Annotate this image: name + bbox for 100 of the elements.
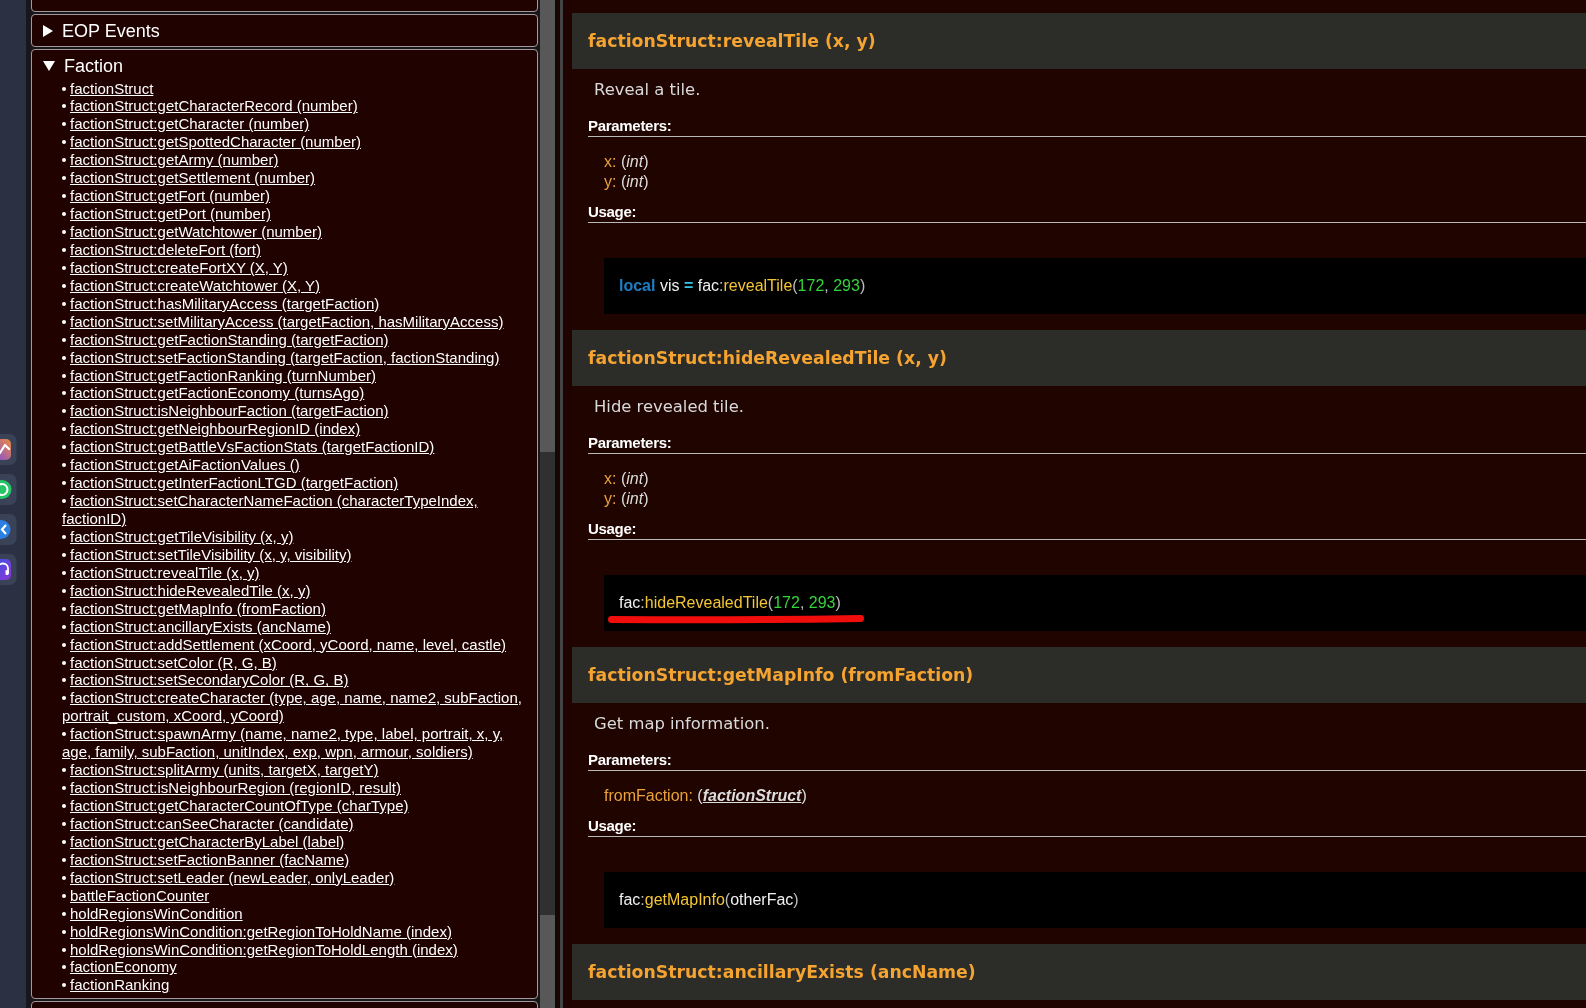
bullet-icon (62, 355, 66, 360)
doc-link[interactable]: holdRegionsWinCondition:getRegionToHoldName (index) (62, 922, 452, 941)
doc-link[interactable]: factionStruct:spawnArmy (name, name2, type, label, portrait, x, y, age, family, subFaction, unitIndex, exp, wpn, armour, soldiers) (62, 725, 528, 762)
doc-link[interactable]: factionEconomy (62, 958, 177, 977)
description: Hide revealed tile. (594, 396, 744, 418)
description: Get map information. (594, 713, 770, 735)
doc-link[interactable]: factionStruct:getArmy (number) (62, 151, 279, 170)
doc-link[interactable]: factionStruct:setFactionStanding (targetFaction, factionStanding) (62, 348, 500, 367)
chat-icon[interactable] (0, 474, 17, 505)
doc-link[interactable]: factionStruct:hideRevealedTile (x, y) (62, 581, 311, 600)
doc-link[interactable]: factionStruct:getInterFactionLTGD (targetFaction) (62, 474, 399, 493)
app-icon[interactable] (0, 434, 17, 465)
bullet-icon (62, 857, 66, 862)
bullet-icon (62, 481, 66, 486)
bullet-icon (62, 965, 66, 970)
description: Reveal a tile. (594, 79, 701, 101)
bullet-icon (62, 445, 66, 450)
section-label: Usage: (588, 520, 637, 537)
doc-link[interactable]: factionStruct:getNeighbourRegionID (index) (62, 420, 361, 439)
bullet-icon (62, 768, 66, 773)
doc-link[interactable]: factionStruct:getFort (number) (62, 187, 271, 206)
bullet-icon (62, 265, 66, 270)
doc-link[interactable]: factionStruct:canSeeCharacter (candidate) (62, 814, 354, 833)
bullet-icon (62, 194, 66, 199)
section-toggle[interactable]: Faction (32, 50, 126, 81)
doc-link[interactable]: factionStruct:setLeader (newLeader, onlyLeader) (62, 868, 395, 887)
doc-link[interactable]: factionStruct:splitArmy (units, targetX, targetY) (62, 761, 379, 780)
doc-link[interactable]: factionStruct:deleteFort (fort) (62, 240, 261, 259)
headphones-icon[interactable] (0, 554, 17, 585)
doc-link[interactable]: factionStruct:hasMilitaryAccess (targetFaction) (62, 294, 380, 313)
doc-link[interactable]: factionStruct:createWatchtower (X, Y) (62, 276, 321, 295)
doc-link[interactable]: factionStruct (62, 79, 154, 98)
doc-link[interactable]: factionStruct:getFactionStanding (targetFaction) (62, 330, 389, 349)
scrollbar[interactable] (540, 0, 555, 1008)
section-label: Parameters: (588, 751, 672, 768)
section-title: factionStruct:revealTile (x, y) (588, 30, 876, 52)
doc-link[interactable]: factionStruct:getBattleVsFactionStats (targetFactionID) (62, 438, 435, 457)
bullet-icon (62, 319, 66, 324)
bullet-icon (62, 947, 66, 952)
doc-link[interactable]: factionStruct:setTileVisibility (x, y, visibility) (62, 545, 352, 564)
bullet-icon (62, 283, 66, 288)
doc-link[interactable]: factionStruct:getTileVisibility (x, y) (62, 527, 294, 546)
bullet-icon (62, 893, 66, 898)
doc-link[interactable]: factionStruct:ancillaryExists (ancName) (62, 617, 331, 636)
doc-link[interactable]: factionStruct:isNeighbourRegion (regionID, result) (62, 779, 401, 797)
section-title: factionStruct:getMapInfo (fromFaction) (588, 664, 974, 686)
section-toggle[interactable]: EOP Events (32, 15, 162, 46)
bullet-icon (62, 983, 66, 988)
bullet-icon (62, 391, 66, 396)
bullet-icon (62, 230, 66, 235)
bullet-icon (62, 875, 66, 880)
doc-link[interactable]: factionStruct:getFactionEconomy (turnsAgo) (62, 384, 365, 403)
doc-link[interactable]: factionStruct:getCharacterRecord (number) (62, 97, 358, 116)
doc-link[interactable]: factionStruct:setFactionBanner (facName) (62, 850, 350, 869)
type-link[interactable]: factionStruct (702, 787, 802, 804)
bullet-icon (62, 86, 66, 91)
doc-link[interactable]: battleFactionCounter (62, 886, 210, 905)
section-label: Usage: (588, 817, 637, 834)
doc-link[interactable]: holdRegionsWinCondition:getRegionToHoldLength (index) (62, 940, 458, 959)
doc-link[interactable]: factionStruct:revealTile (x, y) (62, 563, 260, 582)
doc-link[interactable]: factionStruct:addSettlement (xCoord, yCoord, name, level, castle) (62, 635, 507, 654)
bullet-icon (62, 804, 66, 809)
doc-link[interactable]: factionStruct:getSettlement (number) (62, 169, 316, 188)
bullet-icon (62, 247, 66, 252)
round-logo-icon[interactable] (0, 514, 17, 545)
doc-link[interactable]: factionStruct:getSpottedCharacter (number) (62, 133, 361, 152)
bullet-icon (62, 499, 66, 504)
doc-link[interactable]: factionStruct:getCharacter (number) (62, 115, 310, 134)
doc-link[interactable]: factionStruct:setMilitaryAccess (targetFaction, hasMilitaryAccess) (62, 312, 504, 331)
doc-link[interactable]: factionStruct:isNeighbourFaction (targetFaction) (62, 402, 389, 421)
scrollbar-thumb[interactable] (540, 452, 555, 915)
doc-link[interactable]: factionStruct:getWatchtower (number) (62, 223, 323, 241)
bullet-icon (62, 301, 66, 306)
bullet-icon (62, 337, 66, 342)
bullet-icon (62, 427, 66, 432)
section-title: factionStruct:hideRevealedTile (x, y) (588, 347, 947, 369)
doc-link[interactable]: factionStruct:setCharacterNameFaction (characterTypeIndex, factionID) (62, 492, 528, 528)
doc-link[interactable]: factionStruct:setSecondaryColor (R, G, B) (62, 671, 349, 690)
bullet-icon (62, 624, 66, 629)
doc-link[interactable]: holdRegionsWinCondition (62, 904, 243, 923)
bullet-icon (62, 929, 66, 934)
doc-link[interactable]: factionStruct:setColor (R, G, B) (62, 653, 277, 672)
doc-link[interactable]: factionStruct:getCharacterCountOfType (charType) (62, 797, 409, 815)
bullet-icon (62, 409, 66, 414)
doc-link[interactable]: factionStruct:createCharacter (type, age, name, name2, subFaction, portrait_custom, xCoord, yCoord) (62, 689, 528, 726)
bullet-icon (62, 588, 66, 593)
doc-link[interactable]: factionStruct:getFactionRanking (turnNumber) (62, 366, 376, 385)
caret-right-icon (42, 25, 53, 37)
bullet-icon (62, 176, 66, 181)
parameter: y: (int) (604, 489, 649, 509)
section-label: Parameters: (588, 434, 672, 451)
doc-link[interactable]: factionStruct:getPort (number) (62, 205, 271, 223)
section-title: factionStruct:ancillaryExists (ancName) (588, 961, 976, 983)
doc-link[interactable]: factionRanking (62, 976, 170, 995)
bullet-icon (62, 158, 66, 163)
doc-link[interactable]: factionStruct:getMapInfo (fromFaction) (62, 599, 326, 618)
bullet-icon (62, 821, 66, 826)
doc-link[interactable]: factionStruct:createFortXY (X, Y) (62, 258, 288, 277)
doc-link[interactable]: factionStruct:getCharacterByLabel (label) (62, 832, 345, 851)
doc-link[interactable]: factionStruct:getAiFactionValues () (62, 456, 300, 475)
